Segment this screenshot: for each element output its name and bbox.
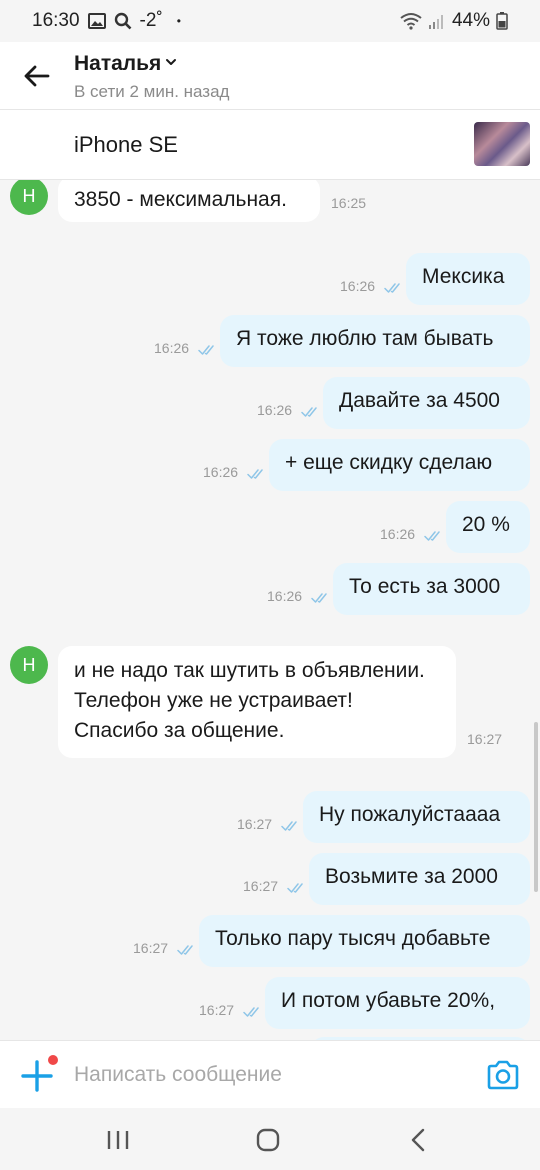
read-checkmarks-icon <box>301 405 321 417</box>
outgoing-message-bubble[interactable]: Ну пожалуйстаааа <box>303 791 530 843</box>
back-nav-icon[interactable] <box>404 1126 434 1154</box>
signal-icon <box>428 15 443 29</box>
search-icon <box>114 12 131 30</box>
listing-thumbnail[interactable] <box>474 122 530 166</box>
system-nav-bar <box>0 1108 540 1170</box>
chat-header: Наталья В сети 2 мин. назад <box>0 42 540 110</box>
message-time: 16:27 <box>133 940 169 956</box>
outgoing-message-bubble[interactable]: 20 % <box>446 501 530 553</box>
wifi-icon <box>400 13 422 30</box>
read-checkmarks-icon <box>287 881 307 893</box>
read-checkmarks-icon <box>311 591 331 603</box>
outgoing-message-bubble[interactable]: Давайте за 4500 <box>323 377 530 429</box>
outgoing-message-bubble[interactable]: Возьмите за 2000 <box>309 853 530 905</box>
incoming-message-bubble[interactable]: 3850 - мексимальная. <box>58 180 320 222</box>
home-icon[interactable] <box>253 1126 283 1154</box>
message-time: 16:26 <box>203 464 239 480</box>
message-composer <box>0 1040 540 1108</box>
message-time: 16:26 <box>154 340 190 356</box>
read-checkmarks-icon <box>177 943 197 955</box>
message-time: 16:27 <box>243 878 279 894</box>
notification-dot <box>48 1055 58 1065</box>
status-temperature: -2˚ <box>139 10 163 31</box>
message-time: 16:26 <box>267 588 303 604</box>
outgoing-message-bubble[interactable]: И потом убавьте 20%, <box>265 977 530 1029</box>
read-checkmarks-icon <box>243 1005 263 1017</box>
scrollbar[interactable] <box>534 722 538 892</box>
message-time: 16:26 <box>380 526 416 542</box>
outgoing-message-bubble[interactable]: Только пару тысяч добавьте <box>199 915 530 967</box>
contact-avatar[interactable]: Н <box>10 180 48 215</box>
message-input[interactable] <box>74 1057 454 1093</box>
message-time: 16:26 <box>340 278 376 294</box>
outgoing-message-bubble[interactable]: + еще скидку сделаю <box>269 439 530 491</box>
read-checkmarks-icon <box>384 281 404 293</box>
add-attachment-icon[interactable] <box>20 1059 54 1093</box>
listing-title[interactable]: iPhone SE <box>74 132 178 158</box>
outgoing-message-bubble[interactable]: Мексика <box>406 253 530 305</box>
read-checkmarks-icon <box>198 343 218 355</box>
read-checkmarks-icon <box>281 819 301 831</box>
message-time: 16:27 <box>237 816 273 832</box>
status-time: 16:30 <box>32 10 80 31</box>
outgoing-message-bubble[interactable]: Я тоже люблю там бывать <box>220 315 530 367</box>
status-bar: 16:30 -2˚ • 44% <box>0 0 540 42</box>
message-time: 16:27 <box>467 731 503 747</box>
contact-avatar[interactable]: Н <box>10 646 48 684</box>
read-checkmarks-icon <box>424 529 444 541</box>
message-time: 16:25 <box>331 195 367 211</box>
message-time: 16:27 <box>199 1002 235 1018</box>
contact-name[interactable]: Наталья <box>74 52 161 76</box>
image-icon <box>87 13 106 29</box>
back-arrow-icon[interactable] <box>20 60 52 92</box>
battery-icon <box>496 12 508 30</box>
status-dot: • <box>176 14 181 28</box>
message-time: 16:26 <box>257 402 293 418</box>
listing-bar[interactable]: iPhone SE <box>0 110 540 180</box>
read-checkmarks-icon <box>247 467 267 479</box>
message-list[interactable]: 3850 - мексимальная. 16:25 Н Мексика 16:26 Я … <box>0 180 540 1040</box>
chevron-down-icon[interactable] <box>164 55 178 69</box>
recent-apps-icon[interactable] <box>103 1126 133 1154</box>
contact-status: В сети 2 мин. назад <box>74 82 230 101</box>
outgoing-message-bubble[interactable]: То есть за 3000 <box>333 563 530 615</box>
camera-icon[interactable] <box>486 1059 520 1091</box>
status-battery: 44% <box>451 10 490 31</box>
incoming-message-bubble[interactable]: и не надо так шутить в объявлении. Телеф… <box>58 646 456 758</box>
